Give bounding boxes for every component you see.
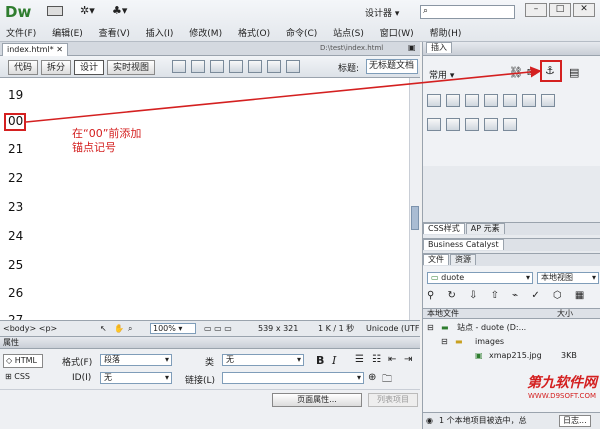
annotation-arrow bbox=[25, 66, 542, 123]
